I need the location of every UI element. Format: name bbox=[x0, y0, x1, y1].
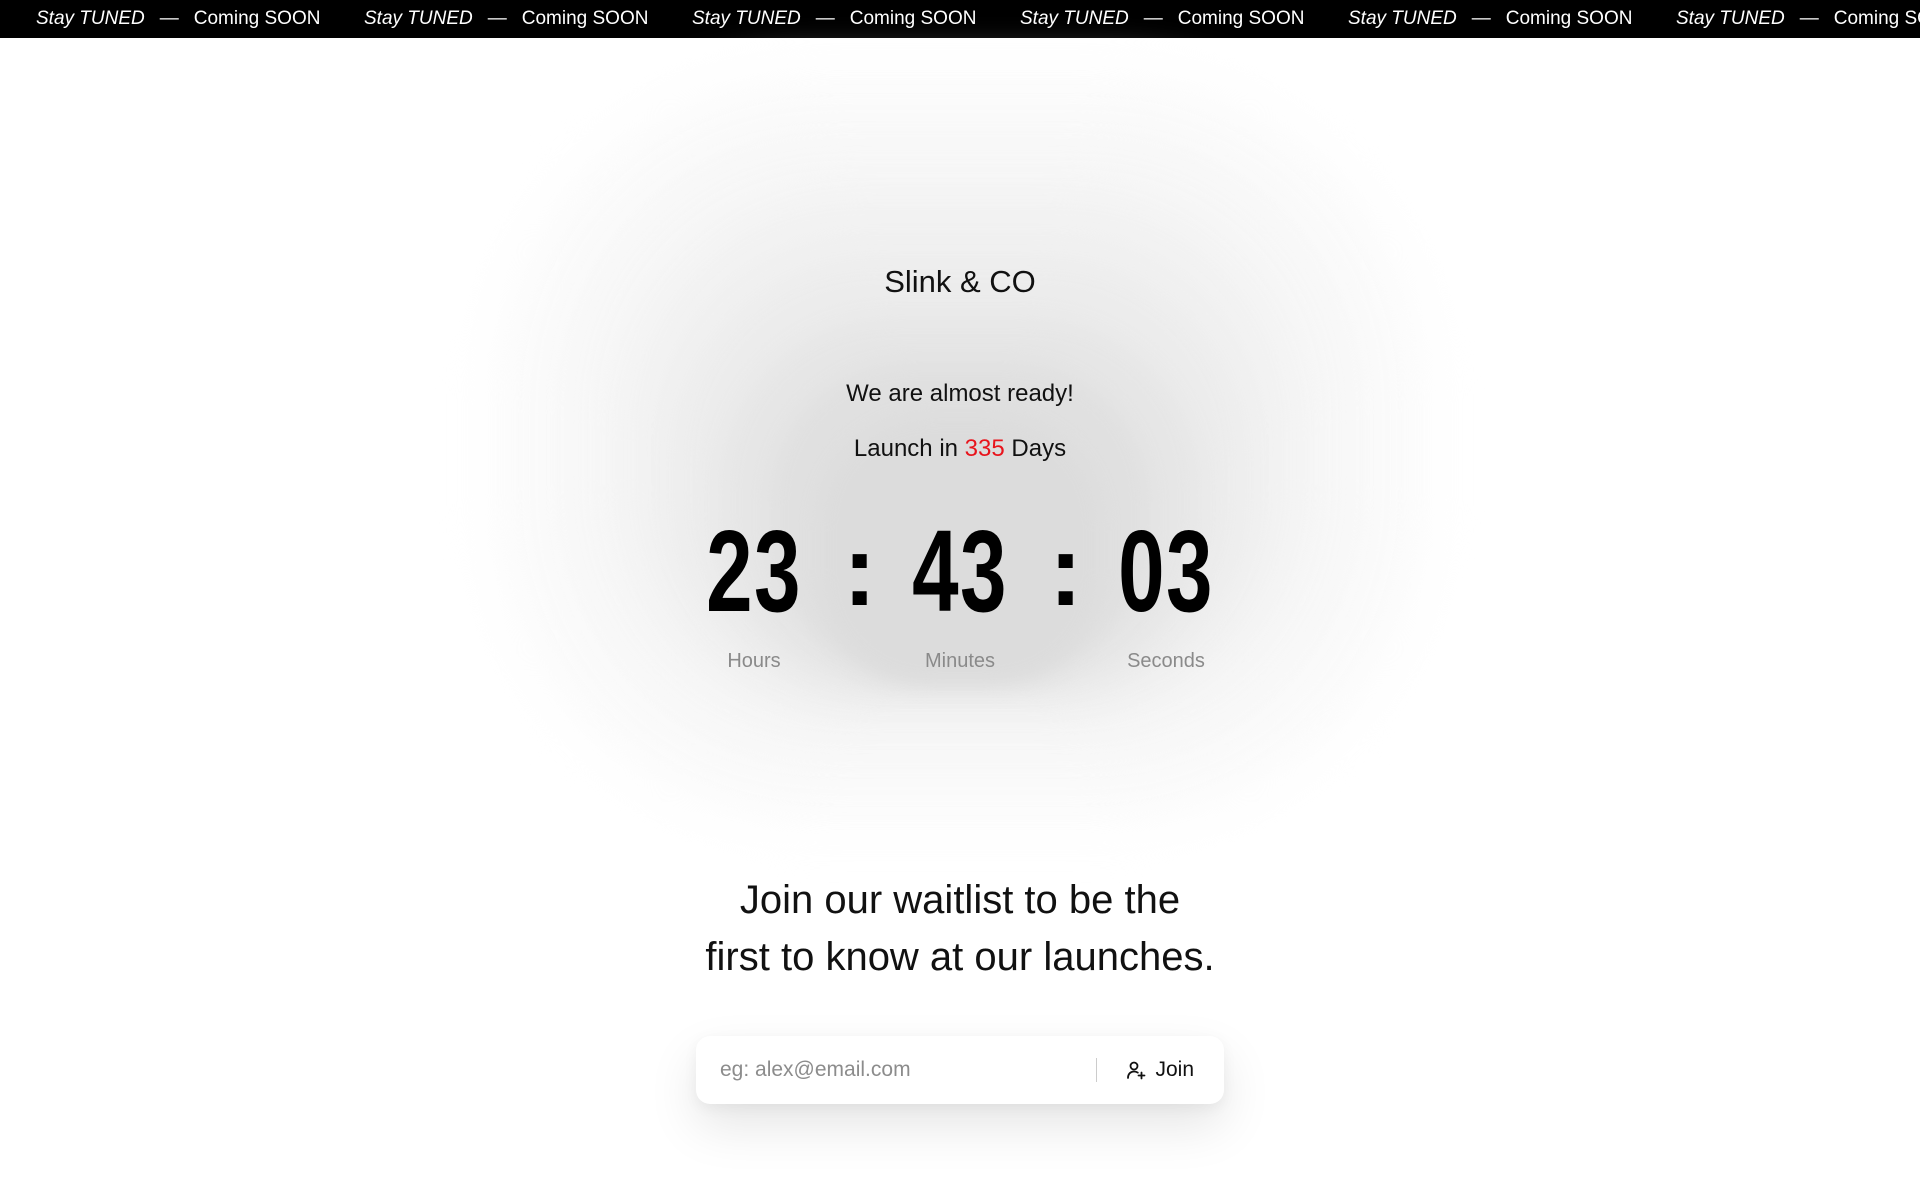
minutes-label: Minutes bbox=[924, 650, 996, 672]
waitlist-heading-line1: Join our waitlist to be the bbox=[739, 878, 1181, 922]
seconds-label: Seconds bbox=[1127, 650, 1205, 672]
join-button-label: Join bbox=[1155, 1058, 1194, 1081]
hours-label: Hours bbox=[727, 650, 781, 672]
waitlist-heading: Join our waitlist to be the first to kno… bbox=[0, 872, 1920, 986]
join-button[interactable]: Join bbox=[1097, 1036, 1224, 1104]
launch-days-count: 335 bbox=[964, 435, 1005, 462]
waitlist-form: Join bbox=[696, 1036, 1224, 1104]
countdown-minutes: 43 Minutes bbox=[860, 500, 1060, 673]
countdown-hours: 23 Hours bbox=[654, 500, 854, 673]
launch-text: Launch in 335 Days bbox=[0, 435, 1920, 463]
seconds-value: 03 bbox=[1118, 506, 1214, 636]
email-input[interactable] bbox=[696, 1036, 1097, 1104]
launch-prefix: Launch in bbox=[853, 435, 958, 462]
launch-suffix: Days bbox=[1011, 435, 1067, 462]
main-content: Slink & CO We are almost ready! Launch i… bbox=[0, 0, 1920, 1183]
countdown-timer: 23 Hours : 43 Minutes : 03 Seconds bbox=[0, 500, 1920, 673]
brand-name: Slink & CO bbox=[884, 264, 1036, 299]
waitlist-heading-line2: first to know at our launches. bbox=[705, 935, 1215, 979]
page: Stay TUNED — Coming SOON Stay TUNED — Coming … bbox=[0, 0, 1920, 1183]
countdown-seconds: 03 Seconds bbox=[1066, 500, 1266, 673]
hours-value: 23 bbox=[706, 506, 802, 636]
user-plus-icon bbox=[1126, 1060, 1146, 1080]
minutes-value: 43 bbox=[912, 506, 1008, 636]
tagline: We are almost ready! bbox=[846, 380, 1074, 407]
